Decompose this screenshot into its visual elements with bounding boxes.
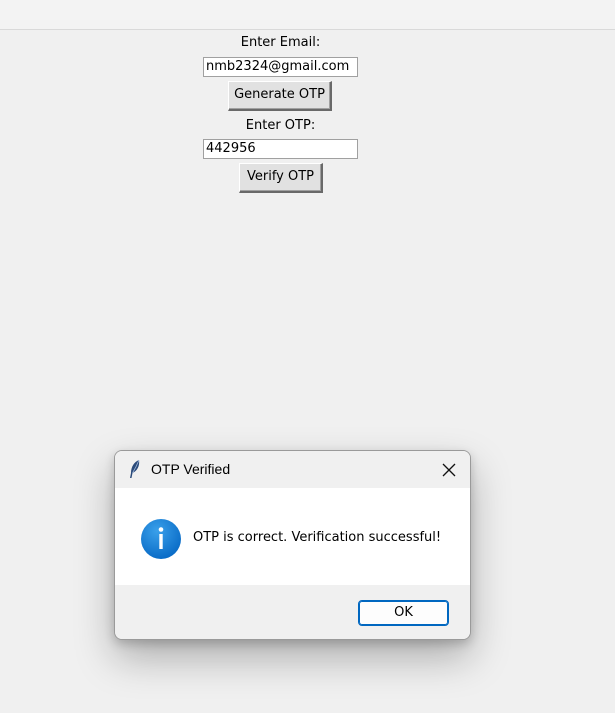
window-top-bar <box>0 0 615 30</box>
email-field[interactable]: nmb2324@gmail.com <box>203 57 358 77</box>
otp-field[interactable]: 442956 <box>203 139 358 159</box>
generate-otp-button[interactable]: Generate OTP <box>228 81 332 111</box>
ok-button[interactable]: OK <box>358 600 449 626</box>
dialog-title: OTP Verified <box>151 461 231 477</box>
dialog-body: OTP is correct. Verification successful! <box>115 488 470 585</box>
close-icon[interactable] <box>438 459 460 481</box>
tk-feather-icon <box>130 459 140 478</box>
dialog-message: OTP is correct. Verification successful! <box>193 530 442 545</box>
verify-otp-button[interactable]: Verify OTP <box>239 163 323 193</box>
otp-label: Enter OTP: <box>245 118 316 133</box>
dialog-footer: OK <box>115 585 470 639</box>
info-icon <box>141 519 181 559</box>
email-label: Enter Email: <box>240 35 321 50</box>
dialog-title-bar[interactable]: OTP Verified <box>115 451 470 488</box>
otp-verified-dialog: OTP Verified OTP is correct. Verificatio… <box>114 450 471 640</box>
